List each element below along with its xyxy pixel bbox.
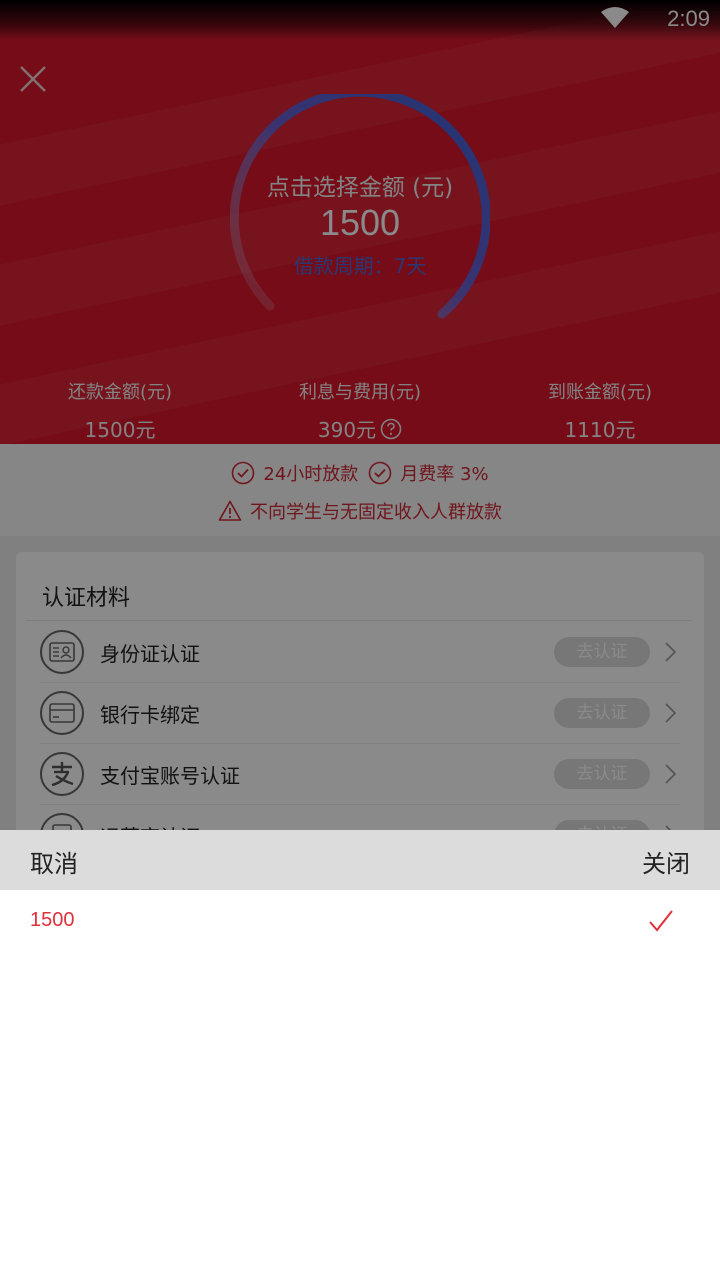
amount-picker-sheet: 取消 关闭 1500 <box>0 830 720 1280</box>
close-button[interactable]: 关闭 <box>642 844 690 879</box>
amount-option[interactable]: 1500 <box>0 890 720 952</box>
modal-backdrop[interactable] <box>0 0 720 830</box>
option-value: 1500 <box>30 909 75 931</box>
check-icon <box>649 910 673 932</box>
cancel-button[interactable]: 取消 <box>30 844 78 879</box>
sheet-toolbar: 取消 关闭 <box>0 830 720 890</box>
